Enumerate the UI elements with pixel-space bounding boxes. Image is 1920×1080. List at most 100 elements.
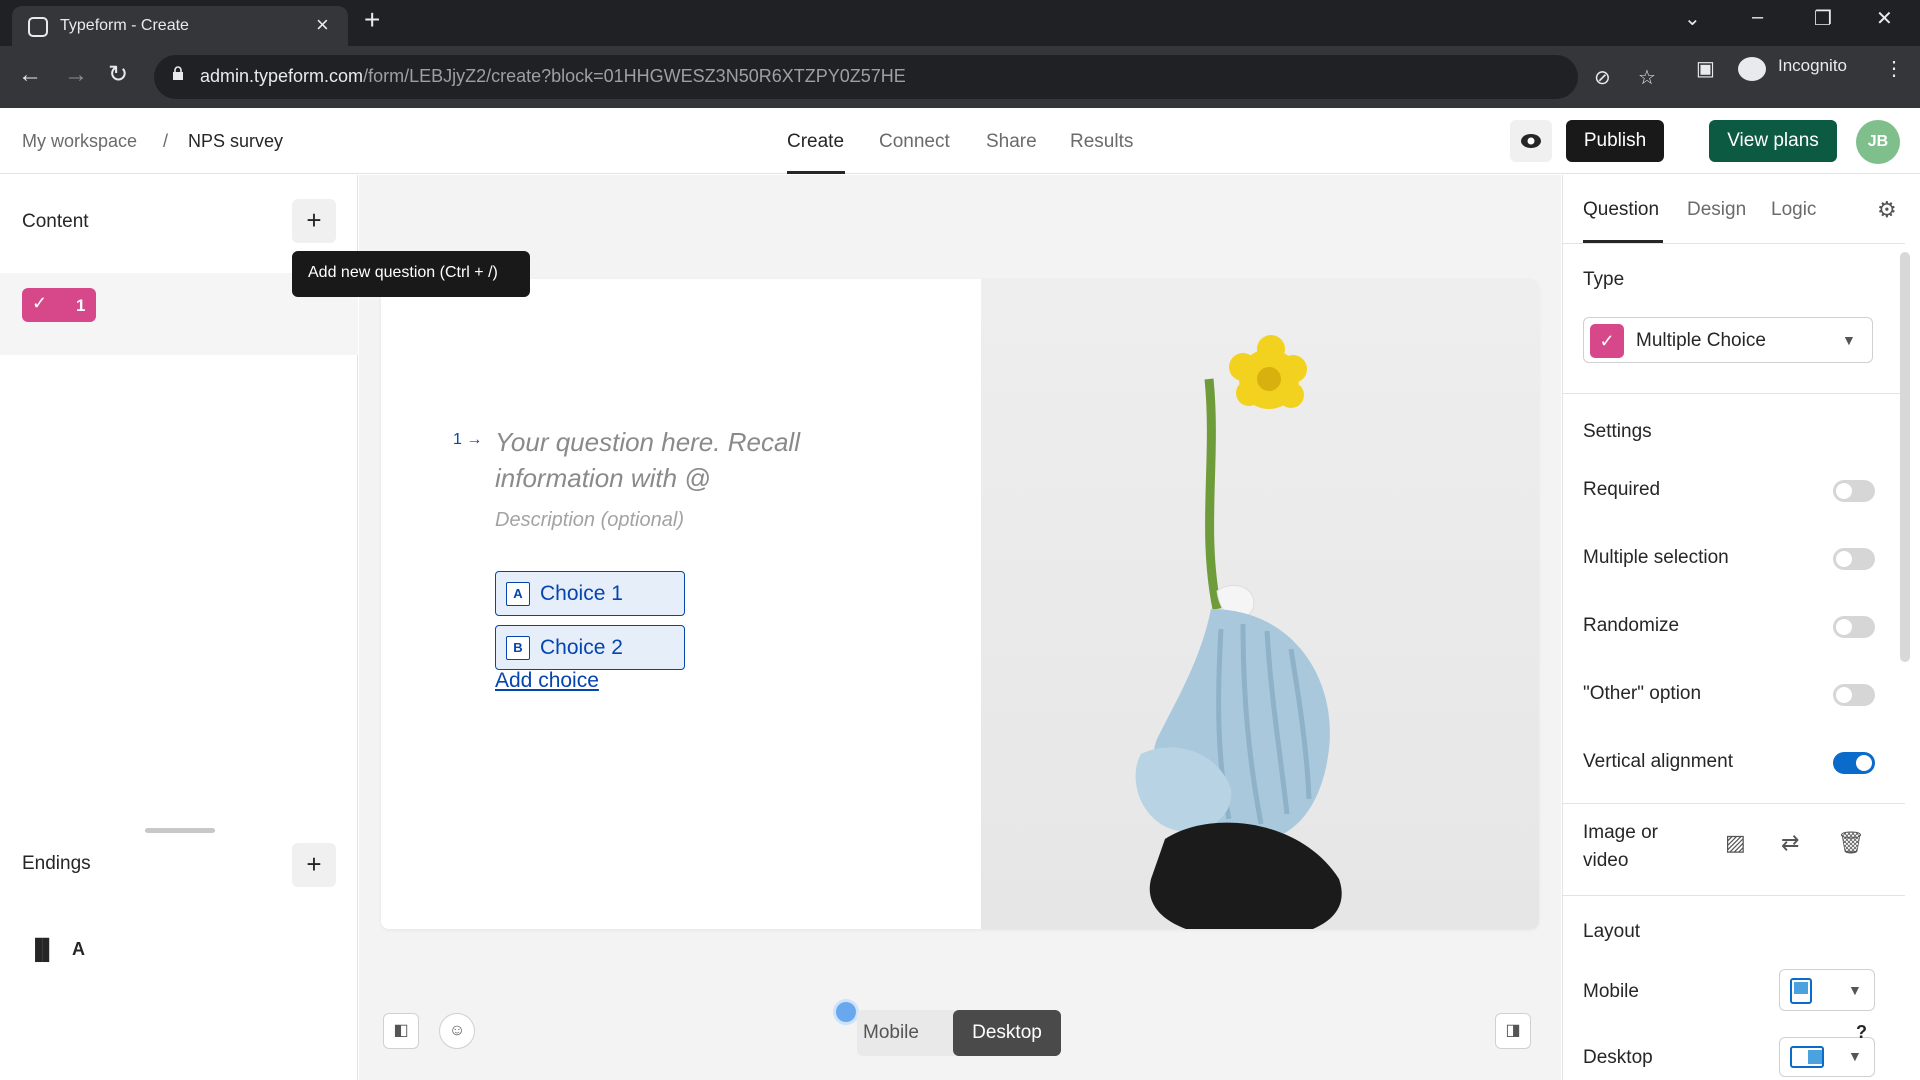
gear-icon[interactable]: ⚙ (1877, 197, 1897, 223)
tracking-protection-icon[interactable]: ⊘ (1594, 65, 1611, 90)
breadcrumb-workspace[interactable]: My workspace (22, 131, 137, 152)
sidebar-expand-icon: ◨ (1505, 1022, 1521, 1039)
content-title: Content (22, 211, 89, 232)
question-type-value: Multiple Choice (1636, 330, 1766, 351)
eye-icon (1521, 134, 1541, 148)
adjust-sliders-icon[interactable]: ⇄ (1781, 830, 1799, 856)
chevron-down-icon: ▼ (1848, 1048, 1862, 1064)
form-canvas: 1 → Your question here. Recall informati… (359, 175, 1561, 1080)
toggle-right-panel-button[interactable]: ◨ (1495, 1013, 1531, 1049)
ending-label[interactable]: A (72, 939, 85, 960)
tab-search-icon[interactable]: ⌄ (1684, 6, 1701, 31)
multiple-choice-icon: ✓ (1590, 324, 1624, 358)
back-icon[interactable]: ← (18, 63, 42, 87)
layout-icon (1790, 1046, 1824, 1068)
trash-icon[interactable]: 🗑 (1837, 830, 1865, 856)
desktop-view-button[interactable]: Desktop (953, 1010, 1061, 1056)
tab-question[interactable]: Question (1583, 199, 1659, 221)
accessibility-icon: ☺ (448, 1022, 466, 1039)
incognito-label[interactable]: Incognito (1778, 56, 1847, 76)
settings-label: Settings (1583, 421, 1652, 442)
choice-option[interactable]: B Choice 2 (495, 625, 685, 670)
url-text: admin.typeform.com/form/LEBJjyZ2/create?… (200, 66, 906, 86)
vertical-alignment-toggle[interactable] (1833, 752, 1875, 774)
help-button[interactable]: ? (1856, 1022, 1867, 1043)
add-question-button[interactable]: + (292, 199, 336, 243)
restore-icon[interactable]: ❐ (1814, 6, 1832, 31)
new-tab-icon[interactable]: + (364, 6, 380, 34)
add-ending-button[interactable]: + (292, 843, 336, 887)
browser-tab[interactable]: Typeform - Create × (12, 6, 348, 46)
ending-icon[interactable]: ▐▌ (28, 939, 56, 962)
content-panel: Content + Add new question (Ctrl + /) ✓ … (0, 175, 530, 1080)
flower-sculpture-image (1135, 335, 1342, 929)
preview-button[interactable] (1510, 120, 1552, 162)
question-type-select[interactable]: ✓ Multiple Choice ▼ (1583, 317, 1873, 363)
divider (1563, 243, 1905, 244)
minimize-icon[interactable]: – (1752, 6, 1763, 29)
close-window-icon[interactable]: ✕ (1876, 6, 1893, 31)
multiple-selection-toggle[interactable] (1833, 548, 1875, 570)
mobile-view-button[interactable]: Mobile (863, 1022, 919, 1044)
plus-icon: + (306, 849, 322, 879)
question-text-input[interactable]: Your question here. Recall information w… (495, 424, 825, 496)
publish-button[interactable]: Publish (1566, 120, 1664, 162)
description-input[interactable]: Description (optional) (495, 509, 684, 532)
active-tab-indicator (787, 171, 845, 174)
divider (1563, 895, 1905, 896)
settings-scrollbar[interactable] (1900, 252, 1910, 662)
reload-icon[interactable]: ↻ (108, 63, 128, 87)
tab-share[interactable]: Share (986, 131, 1037, 153)
checkmark-icon: ✓ (32, 293, 48, 313)
question-badge[interactable]: ✓ 1 (22, 288, 96, 322)
choice-key: B (506, 636, 530, 660)
question-number: 1 → (453, 431, 483, 448)
close-tab-icon[interactable]: × (316, 12, 329, 38)
breadcrumb-form[interactable]: NPS survey (188, 131, 283, 152)
question-badge-number: 1 (76, 296, 86, 315)
breadcrumb-separator: / (163, 131, 169, 151)
setting-required-label: Required (1583, 479, 1661, 500)
bookmark-star-icon[interactable]: ☆ (1638, 65, 1656, 90)
app-header: My workspace / NPS survey Create Connect… (0, 108, 1920, 174)
address-bar[interactable]: admin.typeform.com/form/LEBJjyZ2/create?… (154, 55, 1656, 99)
randomize-toggle[interactable] (1833, 616, 1875, 638)
tab-design[interactable]: Design (1687, 199, 1746, 221)
incognito-icon (1738, 57, 1766, 81)
add-choice-link[interactable]: Add choice (495, 669, 599, 693)
tab-logic[interactable]: Logic (1771, 199, 1816, 221)
choice-label[interactable]: Choice 2 (540, 636, 623, 660)
choice-label[interactable]: Choice 1 (540, 582, 623, 606)
add-question-tooltip: Add new question (Ctrl + /) (292, 251, 530, 297)
plus-icon: + (306, 205, 322, 235)
arrow-right-icon: → (466, 431, 483, 448)
typeform-favicon-icon (28, 17, 48, 37)
avatar[interactable]: JB (1856, 120, 1900, 164)
tab-connect[interactable]: Connect (879, 131, 950, 153)
image-or-video-label: Image or video (1583, 822, 1658, 871)
desktop-layout-select[interactable]: ▼ (1779, 1037, 1875, 1077)
sidebar-collapse-icon: ◧ (393, 1022, 409, 1039)
panel-resize-handle[interactable] (145, 828, 215, 833)
settings-panel: Question Design Logic ⚙ Type ✓ Multiple … (1562, 175, 1920, 1080)
endings-title: Endings (22, 853, 91, 874)
side-panel-icon[interactable]: ▣ (1696, 56, 1715, 81)
required-toggle[interactable] (1833, 480, 1875, 502)
browser-tab-bar: Typeform - Create × + ⌄ – ❐ ✕ (0, 0, 1920, 46)
tab-create[interactable]: Create (787, 131, 844, 153)
accessibility-button[interactable]: ☺ (439, 1013, 475, 1049)
setting-multiple-selection-label: Multiple selection (1583, 547, 1729, 568)
toggle-left-panel-button[interactable]: ◧ (383, 1013, 419, 1049)
choice-option[interactable]: A Choice 1 (495, 571, 685, 616)
other-option-toggle[interactable] (1833, 684, 1875, 706)
layout-icon (1790, 978, 1812, 1004)
browser-menu-icon[interactable]: ⋮ (1884, 56, 1904, 81)
tab-results[interactable]: Results (1070, 131, 1133, 153)
image-icon[interactable]: ▨ (1725, 830, 1746, 856)
mobile-layout-select[interactable]: ▼ (1779, 969, 1875, 1011)
question-image (981, 279, 1539, 929)
setting-vertical-alignment-label: Vertical alignment (1583, 751, 1733, 772)
view-plans-button[interactable]: View plans (1709, 120, 1837, 162)
layout-label: Layout (1583, 921, 1641, 942)
forward-icon[interactable]: → (64, 63, 88, 87)
